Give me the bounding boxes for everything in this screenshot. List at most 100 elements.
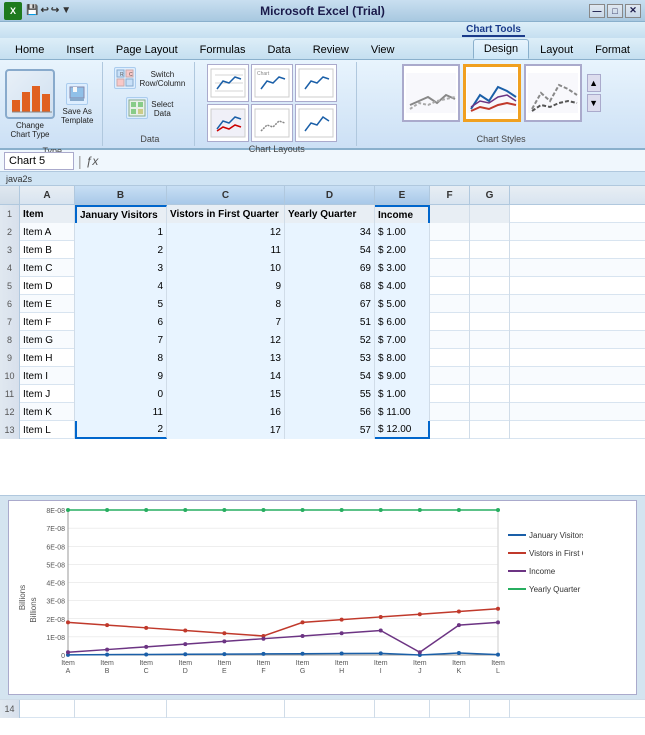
save-as-template-btn[interactable]: Save AsTemplate (56, 80, 98, 128)
cell-12-D[interactable]: 56 (285, 403, 375, 421)
cell-9-C[interactable]: 13 (167, 349, 285, 367)
formula-input[interactable] (102, 152, 641, 170)
cell-12-C[interactable]: 16 (167, 403, 285, 421)
cell-5-G[interactable] (470, 277, 510, 295)
cell-12-F[interactable] (430, 403, 470, 421)
cell-11-G[interactable] (470, 385, 510, 403)
cell-14b[interactable] (75, 700, 167, 718)
cell-5-C[interactable]: 9 (167, 277, 285, 295)
chart-area[interactable]: Billions 01E-082E-083E-084E-085E-086E-08… (8, 500, 637, 695)
select-data-btn[interactable]: SelectData (121, 94, 178, 122)
tab-page-layout[interactable]: Page Layout (105, 39, 189, 59)
cell-8-E[interactable]: $ 7.00 (375, 331, 430, 349)
cell-14c[interactable] (167, 700, 285, 718)
save-quick-btn[interactable]: 💾 (26, 5, 38, 16)
tab-data[interactable]: Data (256, 39, 301, 59)
cell-8-D[interactable]: 52 (285, 331, 375, 349)
cell-14d[interactable] (285, 700, 375, 718)
cell-7-E[interactable]: $ 6.00 (375, 313, 430, 331)
cell-5-A[interactable]: Item D (20, 277, 75, 295)
layout-4[interactable] (207, 104, 249, 142)
cell-4-F[interactable] (430, 259, 470, 277)
cell-3-F[interactable] (430, 241, 470, 259)
cell-9-F[interactable] (430, 349, 470, 367)
cell-13-E[interactable]: $ 12.00 (375, 421, 430, 439)
cell-4-C[interactable]: 10 (167, 259, 285, 277)
cell-2-C[interactable]: 12 (167, 223, 285, 241)
cell-14g[interactable] (470, 700, 510, 718)
cell-4-D[interactable]: 69 (285, 259, 375, 277)
cell-14f[interactable] (430, 700, 470, 718)
layout-5[interactable] (251, 104, 293, 142)
cell-1-A[interactable]: Item (20, 205, 75, 223)
layout-6[interactable] (295, 104, 337, 142)
cell-7-D[interactable]: 51 (285, 313, 375, 331)
layout-3[interactable] (295, 64, 337, 102)
change-chart-type-btn[interactable]: ChangeChart Type (6, 64, 54, 144)
layout-2[interactable]: Chart (251, 64, 293, 102)
cell-5-D[interactable]: 68 (285, 277, 375, 295)
tab-home[interactable]: Home (4, 39, 55, 59)
col-header-b[interactable]: B (75, 186, 167, 204)
col-header-c[interactable]: C (167, 186, 285, 204)
cell-10-A[interactable]: Item I (20, 367, 75, 385)
cell-1-E[interactable]: Income (375, 205, 430, 223)
cell-2-A[interactable]: Item A (20, 223, 75, 241)
cell-12-G[interactable] (470, 403, 510, 421)
cell-13-G[interactable] (470, 421, 510, 439)
cell-8-A[interactable]: Item G (20, 331, 75, 349)
cell-9-D[interactable]: 53 (285, 349, 375, 367)
cell-6-D[interactable]: 67 (285, 295, 375, 313)
style-3[interactable] (524, 64, 582, 122)
cell-4-G[interactable] (470, 259, 510, 277)
cell-12-A[interactable]: Item K (20, 403, 75, 421)
cell-13-D[interactable]: 57 (285, 421, 375, 439)
window-controls[interactable]: — □ ✕ (589, 4, 641, 18)
cell-8-C[interactable]: 12 (167, 331, 285, 349)
cell-3-G[interactable] (470, 241, 510, 259)
cell-4-E[interactable]: $ 3.00 (375, 259, 430, 277)
cell-10-G[interactable] (470, 367, 510, 385)
cell-1-G[interactable] (470, 205, 510, 223)
cell-7-B[interactable]: 6 (75, 313, 167, 331)
maximize-btn[interactable]: □ (607, 4, 623, 18)
cell-7-C[interactable]: 7 (167, 313, 285, 331)
tab-view[interactable]: View (360, 39, 406, 59)
cell-11-C[interactable]: 15 (167, 385, 285, 403)
tab-format[interactable]: Format (584, 39, 641, 59)
cell-8-G[interactable] (470, 331, 510, 349)
tab-review[interactable]: Review (302, 39, 360, 59)
cell-13-A[interactable]: Item L (20, 421, 75, 439)
cell-7-F[interactable] (430, 313, 470, 331)
cell-4-B[interactable]: 3 (75, 259, 167, 277)
cell-11-A[interactable]: Item J (20, 385, 75, 403)
cell-6-G[interactable] (470, 295, 510, 313)
cell-1-F[interactable] (430, 205, 470, 223)
switch-row-col-btn[interactable]: R C SwitchRow/Column (109, 64, 190, 92)
cell-9-B[interactable]: 8 (75, 349, 167, 367)
more-quick-btn[interactable]: ▼ (61, 5, 71, 16)
cell-11-F[interactable] (430, 385, 470, 403)
col-header-g[interactable]: G (470, 186, 510, 204)
style-1[interactable] (402, 64, 460, 122)
cell-6-F[interactable] (430, 295, 470, 313)
cell-11-B[interactable]: 0 (75, 385, 167, 403)
cell-11-E[interactable]: $ 1.00 (375, 385, 430, 403)
cell-3-B[interactable]: 2 (75, 241, 167, 259)
cell-11-D[interactable]: 55 (285, 385, 375, 403)
cell-2-F[interactable] (430, 223, 470, 241)
cell-5-F[interactable] (430, 277, 470, 295)
styles-scroll-up[interactable]: ▲ (587, 74, 601, 92)
cell-1-B[interactable]: January Visitors (75, 205, 167, 223)
redo-quick-btn[interactable]: ↪ (51, 5, 59, 16)
cell-14e[interactable] (375, 700, 430, 718)
cell-5-B[interactable]: 4 (75, 277, 167, 295)
cell-12-E[interactable]: $ 11.00 (375, 403, 430, 421)
cell-3-E[interactable]: $ 2.00 (375, 241, 430, 259)
cell-2-B[interactable]: 1 (75, 223, 167, 241)
cell-6-B[interactable]: 5 (75, 295, 167, 313)
cell-10-F[interactable] (430, 367, 470, 385)
cell-10-E[interactable]: $ 9.00 (375, 367, 430, 385)
cell-14a[interactable] (20, 700, 75, 718)
cell-10-D[interactable]: 54 (285, 367, 375, 385)
